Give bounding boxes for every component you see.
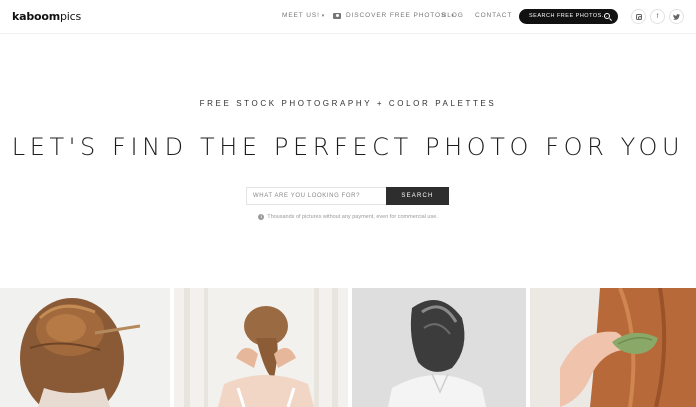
- twitter-icon: [673, 13, 680, 20]
- photo-tile-green-comb[interactable]: [530, 288, 696, 407]
- hero-search-button[interactable]: SEARCH: [386, 187, 449, 205]
- instagram-link[interactable]: [631, 9, 646, 24]
- nav-meet-us-label: MEET US!: [282, 12, 320, 19]
- photo-green-comb-image: [530, 288, 696, 407]
- photo-tile-hair-face-bw[interactable]: [352, 288, 526, 407]
- site-logo[interactable]: kaboompics: [12, 10, 81, 23]
- search-icon: [604, 13, 610, 19]
- logo-bold-text: kaboom: [12, 10, 60, 23]
- nav-meet-us[interactable]: MEET US! ▾: [282, 12, 325, 19]
- photo-braid-image: [174, 288, 348, 407]
- facebook-link[interactable]: f: [650, 9, 665, 24]
- photo-tile-braid[interactable]: [174, 288, 348, 407]
- header-search-button[interactable]: SEARCH FREE PHOTOS...: [519, 9, 618, 24]
- site-header: kaboompics MEET US! ▾ DISCOVER FREE PHOTO…: [0, 0, 696, 34]
- photo-hair-bun-image: [0, 288, 170, 407]
- hero-tagline: FREE STOCK PHOTOGRAPHY + COLOR PALETTES: [199, 99, 497, 108]
- info-icon: i: [258, 214, 265, 220]
- photo-hair-face-image: [352, 288, 526, 407]
- hero-headline: LET'S FIND THE PERFECT PHOTO FOR YOU: [11, 133, 685, 161]
- nav-blog[interactable]: BLOG: [442, 12, 464, 19]
- hero-note: i Thousands of pictures without any paym…: [0, 214, 696, 220]
- logo-regular-text: pics: [60, 10, 82, 23]
- instagram-icon: [635, 13, 642, 20]
- hero-search-input[interactable]: WHAT ARE YOU LOOKING FOR?: [246, 187, 386, 205]
- chevron-down-icon: ▾: [321, 13, 326, 19]
- photo-tile-hair-bun[interactable]: [0, 288, 170, 407]
- twitter-link[interactable]: [669, 9, 684, 24]
- facebook-icon: f: [656, 13, 659, 20]
- nav-discover-free-photos[interactable]: DISCOVER FREE PHOTOS ▾: [333, 12, 455, 19]
- hero-note-text: Thousands of pictures without any paymen…: [267, 214, 438, 220]
- camera-icon: [333, 12, 341, 19]
- nav-contact[interactable]: CONTACT: [475, 12, 512, 19]
- nav-discover-label: DISCOVER FREE PHOTOS: [346, 12, 447, 19]
- header-search-label: SEARCH FREE PHOTOS...: [529, 13, 608, 19]
